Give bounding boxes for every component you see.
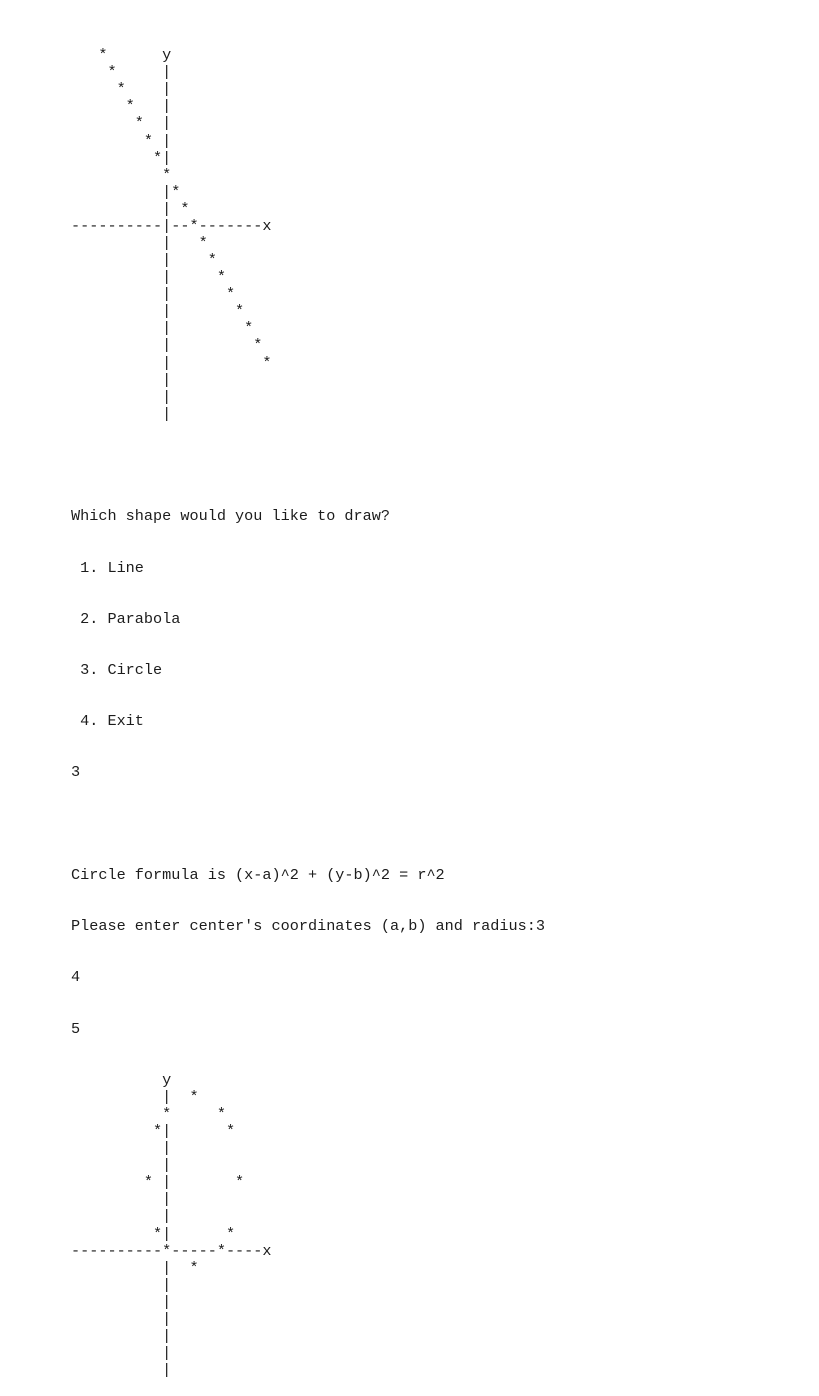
line-plot-row: * |: [71, 131, 172, 150]
line-plot-row: | *: [71, 268, 226, 287]
circle-formula-text: Circle formula is (x-a)^2 + (y-b)^2 = r^…: [71, 865, 445, 884]
user-input-a: 4: [71, 968, 81, 987]
user-choice-input: 3: [71, 763, 81, 782]
line-plot-row: * |: [71, 97, 172, 116]
circle-plot-row: |: [71, 1275, 172, 1294]
menu-option-exit: 4. Exit: [71, 712, 144, 731]
menu-option-line: 1. Line: [71, 558, 144, 577]
line-plot-row: | *: [71, 302, 245, 321]
circle-plot-row: | *: [71, 1087, 199, 1106]
line-plot-row: * y: [71, 46, 172, 65]
circle-plot-row: |: [71, 1190, 172, 1209]
circle-plot-row: |: [71, 1327, 172, 1346]
line-plot-row: | *: [71, 353, 272, 372]
circle-plot-row: * | *: [71, 1173, 245, 1192]
console-output: * y * | * | * | * | * | *| * |* | * -----…: [71, 13, 545, 1396]
circle-plot-row: ----------*-----*----x: [71, 1241, 272, 1260]
menu-option-parabola: 2. Parabola: [71, 609, 181, 628]
circle-plot-row: *| *: [71, 1224, 236, 1243]
line-plot-row: |*: [71, 182, 181, 201]
line-plot-row: | *: [71, 234, 208, 253]
menu-prompt: Which shape would you like to draw?: [71, 507, 390, 526]
line-plot-row: | *: [71, 199, 190, 218]
circle-plot-row: |: [71, 1309, 172, 1328]
line-plot-row: *|: [71, 148, 172, 167]
line-plot-row: | *: [71, 285, 236, 304]
line-plot-row: | *: [71, 251, 217, 270]
line-plot-row: * |: [71, 80, 172, 99]
circle-input-request: Please enter center's coordinates (a,b) …: [71, 917, 545, 936]
circle-plot-row: |: [71, 1361, 172, 1380]
user-input-b: 5: [71, 1019, 81, 1038]
circle-plot-row: |: [71, 1156, 172, 1175]
circle-plot-ascii: y | * * * *| * | | * | * | | *| * -------…: [71, 1070, 545, 1380]
line-plot-row: |: [71, 370, 172, 389]
circle-plot-row: |: [71, 1344, 172, 1363]
line-plot-row: *: [71, 165, 172, 184]
line-plot-row: |: [71, 387, 172, 406]
circle-plot-row: | *: [71, 1258, 199, 1277]
circle-plot-row: |: [71, 1207, 172, 1226]
line-plot-row: ----------|--*-------x: [71, 216, 272, 235]
line-plot-ascii: * y * | * | * | * | * | *| * |* | * -----…: [71, 47, 545, 423]
circle-plot-row: |: [71, 1139, 172, 1158]
line-plot-row: |: [71, 404, 172, 423]
menu-option-circle: 3. Circle: [71, 660, 163, 679]
circle-plot-row: y: [71, 1070, 172, 1089]
circle-plot-row: |: [71, 1292, 172, 1311]
line-plot-row: * |: [71, 114, 172, 133]
line-plot-row: * |: [71, 63, 172, 82]
line-plot-row: | *: [71, 319, 254, 338]
circle-plot-row: * *: [71, 1105, 226, 1123]
circle-plot-row: *| *: [71, 1122, 236, 1141]
line-plot-row: | *: [71, 336, 263, 355]
